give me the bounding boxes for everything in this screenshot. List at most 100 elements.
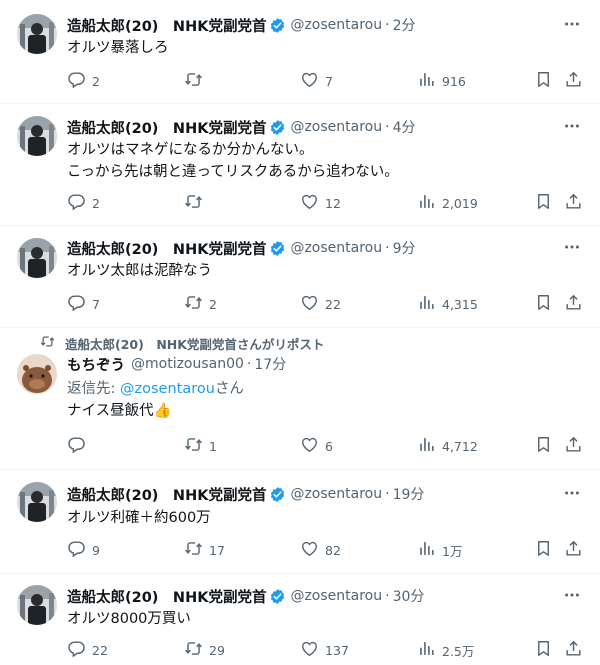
bookmark-icon	[534, 539, 553, 561]
reply-button[interactable]: 9	[67, 540, 100, 560]
share-button[interactable]	[564, 193, 583, 213]
avatar[interactable]	[17, 585, 57, 625]
user-handle[interactable]: @zosentarou	[290, 240, 382, 256]
repost-button[interactable]: 29	[184, 640, 225, 660]
reply-to-mention[interactable]: @zosentarou	[120, 381, 215, 397]
display-name[interactable]: 造船太郎(20) NHK党副党首	[67, 117, 266, 138]
like-button[interactable]: 22	[300, 294, 341, 314]
tweet[interactable]: 造船太郎(20) NHK党副党首 @zosentarou · 30分 オルツ80…	[0, 574, 600, 665]
reply-button[interactable]: 22	[67, 640, 108, 660]
repost-note[interactable]: 造船太郎(20) NHK党副党首さんがリポスト	[40, 334, 324, 352]
like-button[interactable]: 137	[300, 640, 349, 660]
repost-button[interactable]	[184, 193, 209, 213]
view-count: 1万	[442, 543, 463, 559]
tweet[interactable]: 造船太郎(20) NHK党副党首 @zosentarou · 2分 オルツ暴落し…	[0, 0, 600, 104]
share-button[interactable]	[564, 640, 583, 660]
timestamp[interactable]: 30分	[393, 586, 425, 606]
view-count: 2,019	[442, 195, 478, 211]
avatar[interactable]	[17, 14, 57, 54]
more-options-icon[interactable]	[562, 483, 582, 503]
more-options-icon[interactable]	[562, 14, 582, 34]
tweet-actions: 1 6 4,712	[67, 436, 587, 456]
repost-button[interactable]: 2	[184, 294, 217, 314]
tweet[interactable]: 造船太郎(20) NHK党副党首 @zosentarou · 4分 オルツはマネ…	[0, 104, 600, 226]
display-name[interactable]: 造船太郎(20) NHK党副党首	[67, 586, 266, 607]
repost-count: 29	[209, 642, 225, 658]
reply-button[interactable]: 2	[67, 71, 100, 91]
bookmark-button[interactable]	[534, 640, 553, 660]
display-name[interactable]: 造船太郎(20) NHK党副党首	[67, 484, 266, 505]
like-count: 7	[325, 73, 333, 89]
views-chart-icon	[417, 70, 436, 92]
views-button[interactable]: 2.5万	[417, 640, 474, 660]
timestamp[interactable]: 9分	[393, 238, 416, 258]
reply-button[interactable]	[67, 436, 92, 456]
avatar[interactable]	[17, 238, 57, 278]
bookmark-icon	[534, 639, 553, 661]
repost-button[interactable]: 1	[184, 436, 217, 456]
share-button[interactable]	[564, 540, 583, 560]
views-button[interactable]: 916	[417, 71, 466, 91]
display-name[interactable]: もちぞう	[67, 354, 125, 375]
timestamp[interactable]: 19分	[393, 484, 425, 504]
tweet-header: 造船太郎(20) NHK党副党首 @zosentarou · 30分	[67, 585, 600, 607]
like-button[interactable]: 82	[300, 540, 341, 560]
tweet-header: 造船太郎(20) NHK党副党首 @zosentarou · 9分	[67, 237, 600, 259]
bookmark-icon	[534, 435, 553, 457]
timestamp[interactable]: 4分	[393, 117, 416, 137]
view-count: 916	[442, 73, 466, 89]
share-button[interactable]	[564, 71, 583, 91]
views-button[interactable]: 4,712	[417, 436, 478, 456]
user-handle[interactable]: @zosentarou	[290, 119, 382, 135]
tweet-actions: 9 17 82 1万	[67, 540, 587, 560]
timestamp[interactable]: 2分	[393, 15, 416, 35]
bookmark-button[interactable]	[534, 193, 553, 213]
share-button[interactable]	[564, 436, 583, 456]
repost-button[interactable]: 17	[184, 540, 225, 560]
tweet-header: 造船太郎(20) NHK党副党首 @zosentarou · 4分	[67, 116, 600, 138]
view-count: 2.5万	[442, 643, 475, 659]
avatar[interactable]	[17, 354, 57, 394]
more-options-icon[interactable]	[562, 116, 582, 136]
share-button[interactable]	[564, 294, 583, 314]
bookmark-icon	[534, 293, 553, 315]
more-options-icon[interactable]	[562, 585, 582, 605]
avatar[interactable]	[17, 482, 57, 522]
bookmark-button[interactable]	[534, 540, 553, 560]
bookmark-button[interactable]	[534, 436, 553, 456]
user-handle[interactable]: @zosentarou	[290, 17, 382, 33]
like-button[interactable]: 12	[300, 193, 341, 213]
heart-icon	[300, 70, 319, 92]
views-button[interactable]: 4,315	[417, 294, 478, 314]
separator-dot: ·	[385, 588, 390, 604]
like-count: 6	[325, 438, 333, 454]
tweet[interactable]: 造船太郎(20) NHK党副党首 @zosentarou · 19分 オルツ利確…	[0, 470, 600, 574]
reply-button[interactable]: 2	[67, 193, 100, 213]
user-handle[interactable]: @zosentarou	[290, 486, 382, 502]
timestamp[interactable]: 17分	[254, 354, 286, 374]
user-handle[interactable]: @motizousan00	[131, 356, 244, 372]
reply-button[interactable]: 7	[67, 294, 100, 314]
avatar[interactable]	[17, 116, 57, 156]
tweet-text-line: オルツ暴落しろ	[67, 40, 169, 56]
tweet[interactable]: 造船太郎(20) NHK党副党首 @zosentarou · 9分 オルツ太郎は…	[0, 226, 600, 328]
display-name[interactable]: 造船太郎(20) NHK党副党首	[67, 15, 266, 36]
user-handle[interactable]: @zosentarou	[290, 588, 382, 604]
like-button[interactable]: 6	[300, 436, 333, 456]
repost-button[interactable]	[184, 71, 209, 91]
tweet[interactable]: 造船太郎(20) NHK党副党首さんがリポスト もちぞう @motizousan…	[0, 328, 600, 470]
heart-icon	[300, 539, 319, 561]
more-options-icon[interactable]	[562, 237, 582, 257]
reply-context: 返信先: @zosentarouさん	[67, 378, 580, 400]
tweet-text: オルツ利確＋約600万	[67, 507, 580, 529]
display-name[interactable]: 造船太郎(20) NHK党副党首	[67, 238, 266, 259]
like-button[interactable]: 7	[300, 71, 333, 91]
bookmark-button[interactable]	[534, 294, 553, 314]
views-button[interactable]: 2,019	[417, 193, 478, 213]
bookmark-button[interactable]	[534, 71, 553, 91]
repost-note-text: 造船太郎(20) NHK党副党首さんがリポスト	[65, 336, 325, 352]
share-icon	[564, 639, 583, 661]
views-button[interactable]: 1万	[417, 540, 462, 560]
view-count: 4,315	[442, 296, 478, 312]
share-icon	[564, 192, 583, 214]
